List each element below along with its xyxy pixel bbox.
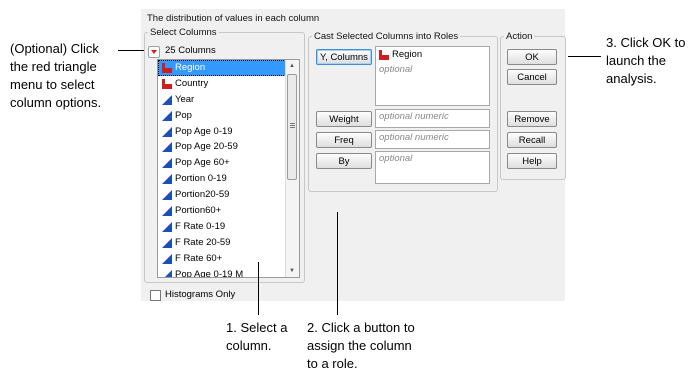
freq-role-box[interactable]: optional numeric [375,130,490,149]
column-name: Pop Age 20-59 [175,141,238,153]
column-list-item[interactable]: F Rate 60+ [158,251,288,267]
remove-button[interactable]: Remove [507,111,557,127]
by-placeholder: optional [379,153,413,164]
callout-right-line-1: 3. Click OK to [606,35,686,50]
column-list-item[interactable]: Portion20-59 [158,187,288,203]
histograms-only-label: Histograms Only [165,289,236,300]
select-columns-legend: Select Columns [150,27,217,38]
weight-role-box[interactable]: optional numeric [375,109,490,128]
column-list-item[interactable]: Country [158,76,288,92]
continuous-triangle-icon [162,126,172,137]
continuous-triangle-icon [162,142,172,153]
continuous-triangle-icon [162,221,172,232]
column-name: F Rate 60+ [175,252,223,264]
column-list-item[interactable]: Year [158,92,288,108]
callout-bottom2-line-2: assign the column [307,338,412,353]
callout-bottom1-leader [258,262,259,315]
column-name: Pop Age 0-19 M [175,268,244,278]
column-list-item[interactable]: Pop Age 20-59 [158,139,288,155]
callout-bottom1-line-2: column. [226,338,272,353]
continuous-triangle-icon [162,190,172,201]
continuous-triangle-icon [162,206,172,217]
callout-left-line-2: the red triangle [10,59,97,74]
ok-button[interactable]: OK [507,49,557,65]
dialog-description: The distribution of values in each colum… [147,13,320,24]
red-triangle-icon[interactable] [148,46,160,58]
by-button[interactable]: By [316,153,372,169]
column-list-item[interactable]: F Rate 20-59 [158,235,288,251]
column-name: F Rate 0-19 [175,220,226,232]
continuous-triangle-icon [162,269,172,277]
action-legend: Action [506,31,533,42]
continuous-triangle-icon [162,237,172,248]
recall-button[interactable]: Recall [507,132,557,148]
column-list-item[interactable]: Pop Age 0-19 M [158,267,288,278]
column-name: Region [175,62,206,73]
callout-right-leader [568,56,601,57]
continuous-triangle-icon [162,174,172,185]
cancel-button[interactable]: Cancel [507,69,557,85]
column-name: Portion20-59 [175,189,230,201]
callout-bottom2-line-1: 2. Click a button to [307,320,415,335]
column-name: Portion 0-19 [175,173,227,185]
column-list-item[interactable]: F Rate 0-19 [158,219,288,235]
column-name: Pop Age 60+ [175,157,230,169]
by-role-box[interactable]: optional [375,151,490,184]
continuous-triangle-icon [162,110,172,121]
y-role-placeholder: optional [379,64,413,75]
column-name: Portion60+ [175,205,222,217]
help-button[interactable]: Help [507,153,557,169]
column-list-item[interactable]: Portion60+ [158,203,288,219]
nominal-bar-icon [379,50,389,63]
column-list-item[interactable]: Portion 0-19 [158,171,288,187]
histograms-only-checkbox[interactable] [150,290,161,301]
continuous-triangle-icon [162,253,172,264]
callout-left-line-3: menu to select [10,77,95,92]
column-name: Year [175,93,195,105]
cast-roles-legend: Cast Selected Columns into Roles [314,31,459,42]
callout-bottom2-leader [337,212,338,315]
column-name: Pop [175,109,192,121]
column-name: F Rate 20-59 [175,236,231,248]
column-list-item[interactable]: Pop [158,108,288,124]
column-list-item[interactable]: Region [158,60,288,76]
column-list-item[interactable]: Pop Age 0-19 [158,124,288,140]
continuous-triangle-icon [162,94,172,105]
nominal-bar-icon [162,63,172,73]
continuous-triangle-icon [162,158,172,169]
y-columns-button[interactable]: Y, Columns [316,49,372,65]
column-name: Pop Age 0-19 [175,125,233,137]
column-count-label: 25 Columns [165,45,216,56]
scroll-down-icon[interactable]: ▼ [289,268,295,274]
scroll-thumb[interactable] [287,74,297,180]
weight-button[interactable]: Weight [316,111,372,127]
callout-left-line-1: (Optional) Click [10,41,99,56]
scroll-up-icon[interactable]: ▲ [289,63,295,69]
y-role-value[interactable]: Region [392,49,422,60]
vertical-scrollbar[interactable]: ▲ ▼ [285,60,299,277]
freq-button[interactable]: Freq [316,132,372,148]
callout-right-line-3: analysis. [606,71,657,86]
nominal-bar-icon [162,78,172,89]
weight-placeholder: optional numeric [379,111,449,122]
column-name: Country [175,77,209,89]
callout-left-leader [118,50,144,51]
y-role-box[interactable]: Region optional [375,46,490,106]
callout-right-line-2: launch the [606,53,666,68]
callout-bottom1-line-1: 1. Select a [226,320,288,335]
freq-placeholder: optional numeric [379,132,449,143]
column-list[interactable]: Region Country Year Pop Pop Age 0-19 Pop Age … [157,59,300,278]
column-list-item[interactable]: Pop Age 60+ [158,155,288,171]
callout-bottom2-line-3: to a role. [307,356,358,371]
callout-left-line-4: column options. [10,95,102,110]
